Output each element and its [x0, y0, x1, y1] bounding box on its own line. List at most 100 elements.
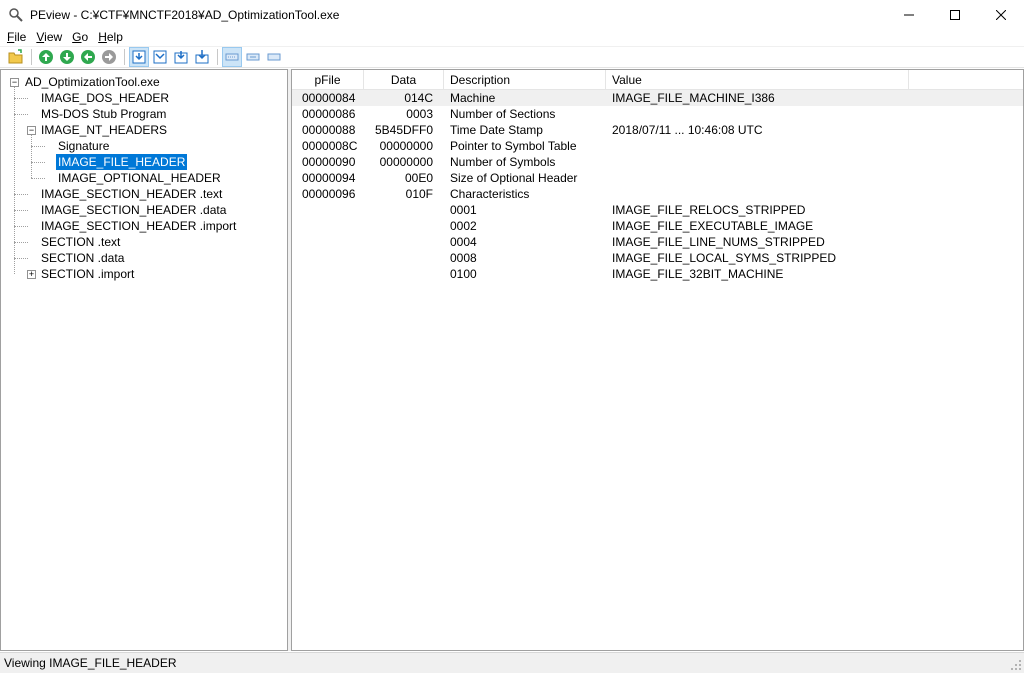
- tree-item-section-header-import[interactable]: IMAGE_SECTION_HEADER .import: [1, 218, 287, 234]
- toolbar: [0, 46, 1024, 68]
- table-row[interactable]: 0002 IMAGE_FILE_EXECUTABLE_IMAGE: [292, 218, 1023, 234]
- tree-item-image-optional-header[interactable]: IMAGE_OPTIONAL_HEADER: [1, 170, 287, 186]
- view-offsets-icon: [246, 53, 260, 61]
- view-offsets-button[interactable]: [243, 47, 263, 67]
- back-button[interactable]: [36, 47, 56, 67]
- tree-item-label-selected: IMAGE_FILE_HEADER: [54, 153, 189, 171]
- maximize-button[interactable]: [932, 0, 978, 29]
- tree-item-section-import[interactable]: + SECTION .import: [1, 266, 287, 282]
- view-qword-button[interactable]: [192, 47, 212, 67]
- menu-view[interactable]: View: [31, 29, 67, 45]
- tree-item-image-dos-header[interactable]: IMAGE_DOS_HEADER: [1, 90, 287, 106]
- column-header-pfile[interactable]: pFile: [292, 70, 364, 90]
- view-sections-button[interactable]: [222, 47, 242, 67]
- tree-item-label: SECTION .import: [41, 267, 135, 281]
- column-header-description[interactable]: Description: [444, 70, 606, 90]
- cell-value: [606, 170, 909, 186]
- tree-item-section-header-data[interactable]: IMAGE_SECTION_HEADER .data: [1, 202, 287, 218]
- table-row[interactable]: 0001 IMAGE_FILE_RELOCS_STRIPPED: [292, 202, 1023, 218]
- tree-item-label: IMAGE_SECTION_HEADER .data: [41, 203, 227, 217]
- tree-item-image-file-header[interactable]: IMAGE_FILE_HEADER: [1, 153, 287, 171]
- tree-item-image-nt-headers[interactable]: − IMAGE_NT_HEADERS: [1, 122, 287, 138]
- status-text: Viewing IMAGE_FILE_HEADER: [4, 656, 177, 670]
- menu-go-accel: G: [72, 30, 82, 44]
- cell-data: 5B45DFF0: [374, 123, 433, 137]
- tree-item-ms-dos-stub[interactable]: MS-DOS Stub Program: [1, 106, 287, 122]
- view-rva-button[interactable]: [264, 47, 284, 67]
- minimize-button[interactable]: [886, 0, 932, 29]
- cell-data: 014C: [404, 91, 433, 105]
- cell-pfile: 00000094: [302, 171, 356, 185]
- tree-item-label: MS-DOS Stub Program: [41, 107, 167, 121]
- window-title: PEview - C:¥CTF¥MNCTF2018¥AD_Optimizatio…: [30, 7, 340, 22]
- view-word-button[interactable]: [150, 47, 170, 67]
- collapse-icon[interactable]: −: [27, 126, 36, 135]
- cell-pfile: 0000008C: [302, 139, 358, 153]
- expand-icon[interactable]: +: [27, 270, 36, 279]
- menu-bar: File View Go Help: [0, 29, 1024, 45]
- cell-data: 010F: [405, 187, 433, 201]
- toolbar-separator: [124, 49, 125, 65]
- tree-item-section-data[interactable]: SECTION .data: [1, 250, 287, 266]
- view-dword-icon: [174, 51, 188, 64]
- close-button[interactable]: [978, 0, 1024, 29]
- cell-data: [364, 250, 444, 266]
- view-byte-button[interactable]: [129, 47, 149, 67]
- cell-pfile: 00000086: [302, 107, 356, 121]
- cell-data: 00000000: [379, 139, 433, 153]
- column-header-value[interactable]: Value: [606, 70, 909, 90]
- table-row[interactable]: 00000094 00E0 Size of Optional Header: [292, 170, 1023, 186]
- table-row[interactable]: 00000096 010F Characteristics: [292, 186, 1023, 202]
- menu-help[interactable]: Help: [93, 29, 128, 45]
- tree-item-label: IMAGE_SECTION_HEADER .import: [41, 219, 237, 233]
- cell-pfile: 00000088: [302, 123, 356, 137]
- cell-value: IMAGE_FILE_LOCAL_SYMS_STRIPPED: [612, 251, 837, 265]
- view-byte-icon: [132, 50, 146, 64]
- maximize-icon: [950, 9, 960, 20]
- tree-item-section-text[interactable]: SECTION .text: [1, 234, 287, 250]
- table-row[interactable]: 00000090 00000000 Number of Symbols: [292, 154, 1023, 170]
- cell-value: IMAGE_FILE_LINE_NUMS_STRIPPED: [612, 235, 825, 249]
- view-rva-icon: [267, 53, 281, 61]
- table-row[interactable]: 0000008C 00000000 Pointer to Symbol Table: [292, 138, 1023, 154]
- detail-pane[interactable]: pFile Data Description Value 00000084 014…: [291, 69, 1024, 651]
- table-row[interactable]: 00000084 014C Machine IMAGE_FILE_MACHINE_I3…: [292, 90, 1023, 106]
- view-dword-button[interactable]: [171, 47, 191, 67]
- tree-item-section-header-text[interactable]: IMAGE_SECTION_HEADER .text: [1, 186, 287, 202]
- toolbar-separator: [31, 49, 32, 65]
- open-button[interactable]: [6, 47, 26, 67]
- column-header-data[interactable]: Data: [364, 70, 444, 90]
- cell-data: 00E0: [404, 171, 433, 185]
- resize-grip-icon[interactable]: [1010, 659, 1022, 671]
- table-row[interactable]: 00000086 0003 Number of Sections: [292, 106, 1023, 122]
- close-icon: [996, 9, 1006, 20]
- forward-button[interactable]: [57, 47, 77, 67]
- view-qword-icon: [195, 50, 209, 64]
- cell-pfile: 00000096: [302, 187, 356, 201]
- tree-item-root[interactable]: − AD_OptimizationTool.exe: [1, 74, 287, 90]
- tree-item-signature[interactable]: Signature: [1, 138, 287, 154]
- tree-item-label: IMAGE_SECTION_HEADER .text: [41, 187, 223, 201]
- cell-description: 0100: [450, 267, 477, 281]
- magnifier-icon: [8, 7, 24, 23]
- table-row[interactable]: 0004 IMAGE_FILE_LINE_NUMS_STRIPPED: [292, 234, 1023, 250]
- tree-item-label: SECTION .text: [41, 235, 121, 249]
- cell-value: [606, 186, 909, 202]
- cell-description: Number of Symbols: [450, 155, 556, 169]
- status-bar: Viewing IMAGE_FILE_HEADER: [0, 652, 1024, 673]
- up-button[interactable]: [78, 47, 98, 67]
- tree-pane[interactable]: − AD_OptimizationTool.exe IMAGE_DOS_HEAD…: [0, 69, 288, 651]
- down-button[interactable]: [99, 47, 119, 67]
- cell-pfile: [292, 234, 364, 250]
- cell-pfile: [292, 266, 364, 282]
- menu-go[interactable]: Go: [67, 29, 93, 45]
- menu-help-accel: H: [98, 30, 107, 44]
- collapse-icon[interactable]: −: [10, 78, 19, 87]
- title-bar: PEview - C:¥CTF¥MNCTF2018¥AD_Optimizatio…: [0, 0, 1024, 29]
- tree-item-label: SECTION .data: [41, 251, 125, 265]
- cell-value: IMAGE_FILE_MACHINE_I386: [612, 91, 775, 105]
- table-row[interactable]: 0100 IMAGE_FILE_32BIT_MACHINE: [292, 266, 1023, 282]
- table-row[interactable]: 00000088 5B45DFF0 Time Date Stamp 2018/07/1…: [292, 122, 1023, 138]
- menu-file[interactable]: File: [2, 29, 31, 45]
- table-row[interactable]: 0008 IMAGE_FILE_LOCAL_SYMS_STRIPPED: [292, 250, 1023, 266]
